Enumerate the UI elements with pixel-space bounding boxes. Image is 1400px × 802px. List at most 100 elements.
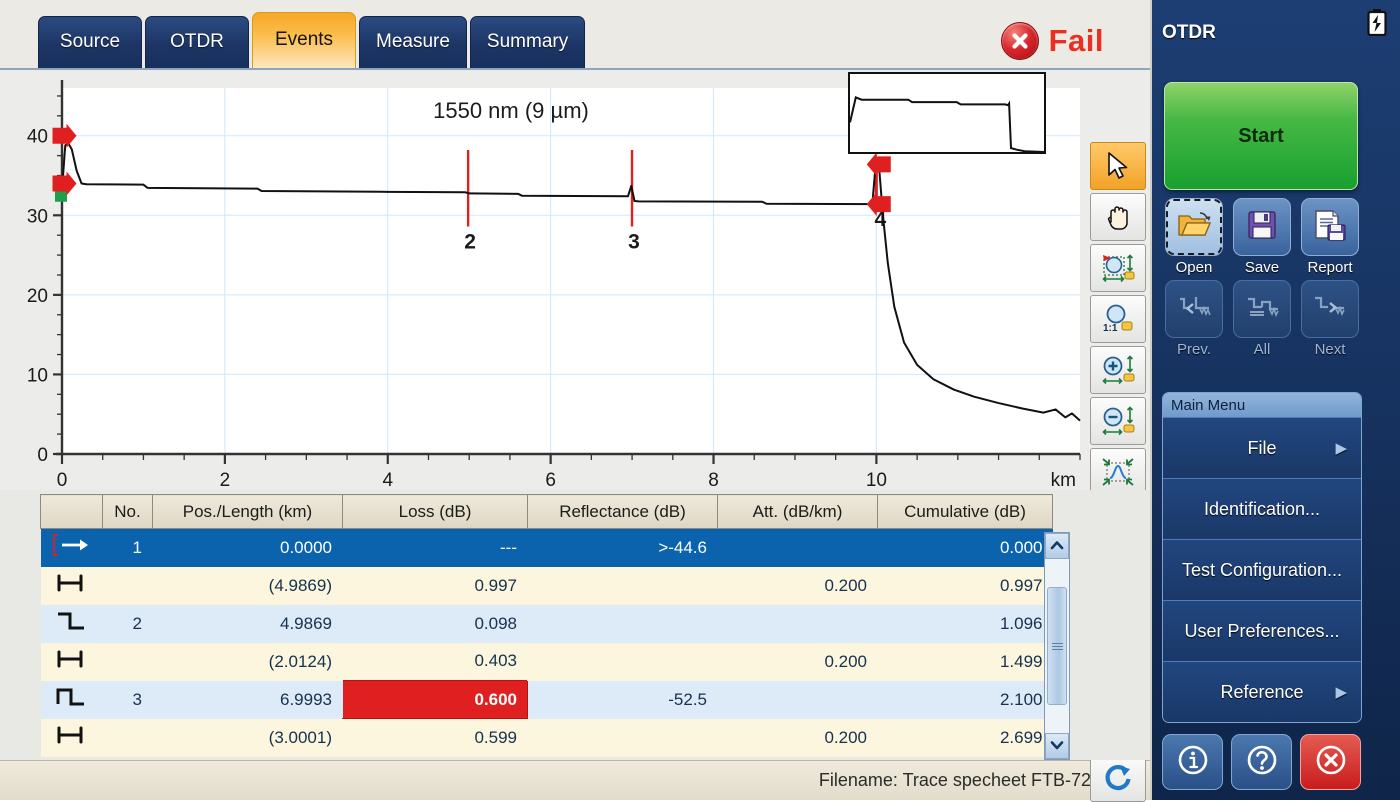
cell-cumulative: 1.096: [878, 605, 1053, 643]
right-sidebar: OTDR Start Open Save Report: [1152, 0, 1400, 800]
launch-arrow-icon: [41, 529, 103, 567]
svg-text:40: 40: [27, 127, 48, 148]
svg-text:20: 20: [27, 286, 48, 307]
tab-otdr[interactable]: OTDR: [145, 16, 249, 68]
cell-cumulative: 2.699: [878, 719, 1053, 757]
svg-text:30: 30: [27, 206, 48, 227]
cell-loss: 0.599: [343, 719, 528, 757]
cell-cumulative: 1.499: [878, 643, 1053, 681]
refresh-tool[interactable]: [1090, 754, 1146, 802]
table-row[interactable]: 10.0000--->-44.60.000: [41, 529, 1053, 567]
zoom-1-1-tool[interactable]: 1:1: [1090, 295, 1146, 343]
open-button[interactable]: [1165, 198, 1223, 256]
cell-loss: 0.403: [343, 643, 528, 681]
report-button[interactable]: [1301, 198, 1359, 256]
table-header-2[interactable]: Loss (dB): [343, 495, 528, 529]
sidebar-bottom-buttons: [1162, 734, 1362, 790]
save-button[interactable]: [1233, 198, 1291, 256]
info-icon: [1176, 743, 1210, 782]
table-row[interactable]: (4.9869)0.9970.2000.997: [41, 567, 1053, 605]
fit-curve-icon: [1101, 456, 1135, 488]
next-button[interactable]: [1301, 280, 1359, 338]
trace-chart-panel[interactable]: 0102030400246810km1550 nm (9 µm)234: [0, 70, 1150, 490]
svg-text:10: 10: [866, 470, 887, 490]
table-scrollbar[interactable]: [1044, 532, 1070, 760]
cell-no: [103, 567, 153, 605]
prev-button[interactable]: [1165, 280, 1223, 338]
events-table-area: No.Pos./Length (km)Loss (dB)Reflectance …: [0, 490, 1150, 760]
prev-event-icon: [1176, 292, 1212, 327]
all-button[interactable]: [1233, 280, 1291, 338]
events-table: No.Pos./Length (km)Loss (dB)Reflectance …: [40, 494, 1053, 757]
x-circle-icon: [1314, 743, 1348, 782]
svg-text:4: 4: [382, 470, 393, 490]
table-header-0[interactable]: No.: [103, 495, 153, 529]
info-button[interactable]: [1162, 734, 1223, 790]
tab-events[interactable]: Events: [252, 12, 356, 68]
table-header-3[interactable]: Reflectance (dB): [528, 495, 718, 529]
question-icon: [1245, 743, 1279, 782]
span-icon: [41, 719, 103, 757]
cell-no: 2: [103, 605, 153, 643]
table-row[interactable]: (3.0001)0.5990.2002.699: [41, 719, 1053, 757]
fit-curve-tool[interactable]: [1090, 448, 1146, 496]
menu-item-file[interactable]: File▶: [1163, 417, 1361, 478]
svg-text:km: km: [1051, 470, 1076, 490]
scrollbar-thumb[interactable]: [1047, 587, 1067, 705]
cell-attenuation: [718, 605, 878, 643]
trace-overview-thumbnail[interactable]: [848, 72, 1046, 154]
table-header-4[interactable]: Att. (dB/km): [718, 495, 878, 529]
reflective-event-icon: [41, 681, 103, 719]
menu-item-user-preferences[interactable]: User Preferences...: [1163, 600, 1361, 661]
scroll-down-button[interactable]: [1045, 733, 1069, 759]
menu-item-identification[interactable]: Identification...: [1163, 478, 1361, 539]
action-label: Save: [1245, 259, 1279, 276]
chevron-up-icon: [1050, 537, 1064, 555]
table-header-1[interactable]: Pos./Length (km): [153, 495, 343, 529]
report-icon: [1313, 209, 1347, 246]
cell-no: [103, 719, 153, 757]
result-label: Fail: [1049, 23, 1104, 59]
sidebar-title: OTDR: [1162, 22, 1216, 44]
cell-reflectance: [528, 719, 718, 757]
cell-reflectance: >-44.6: [528, 529, 718, 567]
main-menu: Main Menu File▶Identification...Test Con…: [1162, 392, 1362, 723]
cell-reflectance: [528, 643, 718, 681]
zoom-in-icon: [1101, 354, 1135, 386]
table-header-5[interactable]: Cumulative (dB): [878, 495, 1053, 529]
table-row[interactable]: (2.0124)0.4030.2001.499: [41, 643, 1053, 681]
cell-attenuation: 0.200: [718, 643, 878, 681]
cursor-tool[interactable]: [1090, 142, 1146, 190]
span-icon: [41, 567, 103, 605]
pan-tool[interactable]: [1090, 193, 1146, 241]
cell-attenuation: 0.200: [718, 567, 878, 605]
tab-source[interactable]: Source: [38, 16, 142, 68]
svg-text:2: 2: [220, 470, 231, 490]
start-button[interactable]: Start: [1164, 82, 1358, 190]
menu-item-reference[interactable]: Reference▶: [1163, 661, 1361, 722]
svg-text:6: 6: [545, 470, 556, 490]
refresh-icon: [1103, 763, 1133, 793]
zoom-out-icon: [1101, 405, 1135, 437]
cell-attenuation: [718, 681, 878, 719]
table-row[interactable]: 24.98690.0981.096: [41, 605, 1053, 643]
hand-icon: [1104, 202, 1132, 232]
action-label: Prev.: [1177, 341, 1211, 358]
cell-position: (4.9869): [153, 567, 343, 605]
cell-attenuation: 0.200: [718, 719, 878, 757]
close-button[interactable]: [1300, 734, 1361, 790]
all-events-icon: [1244, 292, 1280, 327]
table-row[interactable]: 36.99930.600-52.52.100: [41, 681, 1053, 719]
zoom-out-tool[interactable]: [1090, 397, 1146, 445]
cell-cumulative: 2.100: [878, 681, 1053, 719]
cell-reflectance: -52.5: [528, 681, 718, 719]
scroll-up-button[interactable]: [1045, 533, 1069, 559]
tab-summary[interactable]: Summary: [470, 16, 585, 68]
zoom-in-tool[interactable]: [1090, 346, 1146, 394]
menu-item-test-configuration[interactable]: Test Configuration...: [1163, 539, 1361, 600]
cell-loss: 0.098: [343, 605, 528, 643]
tab-measure[interactable]: Measure: [359, 16, 467, 68]
chevron-right-icon: ▶: [1335, 439, 1347, 457]
help-button[interactable]: [1231, 734, 1292, 790]
zoom-area-tool[interactable]: [1090, 244, 1146, 292]
